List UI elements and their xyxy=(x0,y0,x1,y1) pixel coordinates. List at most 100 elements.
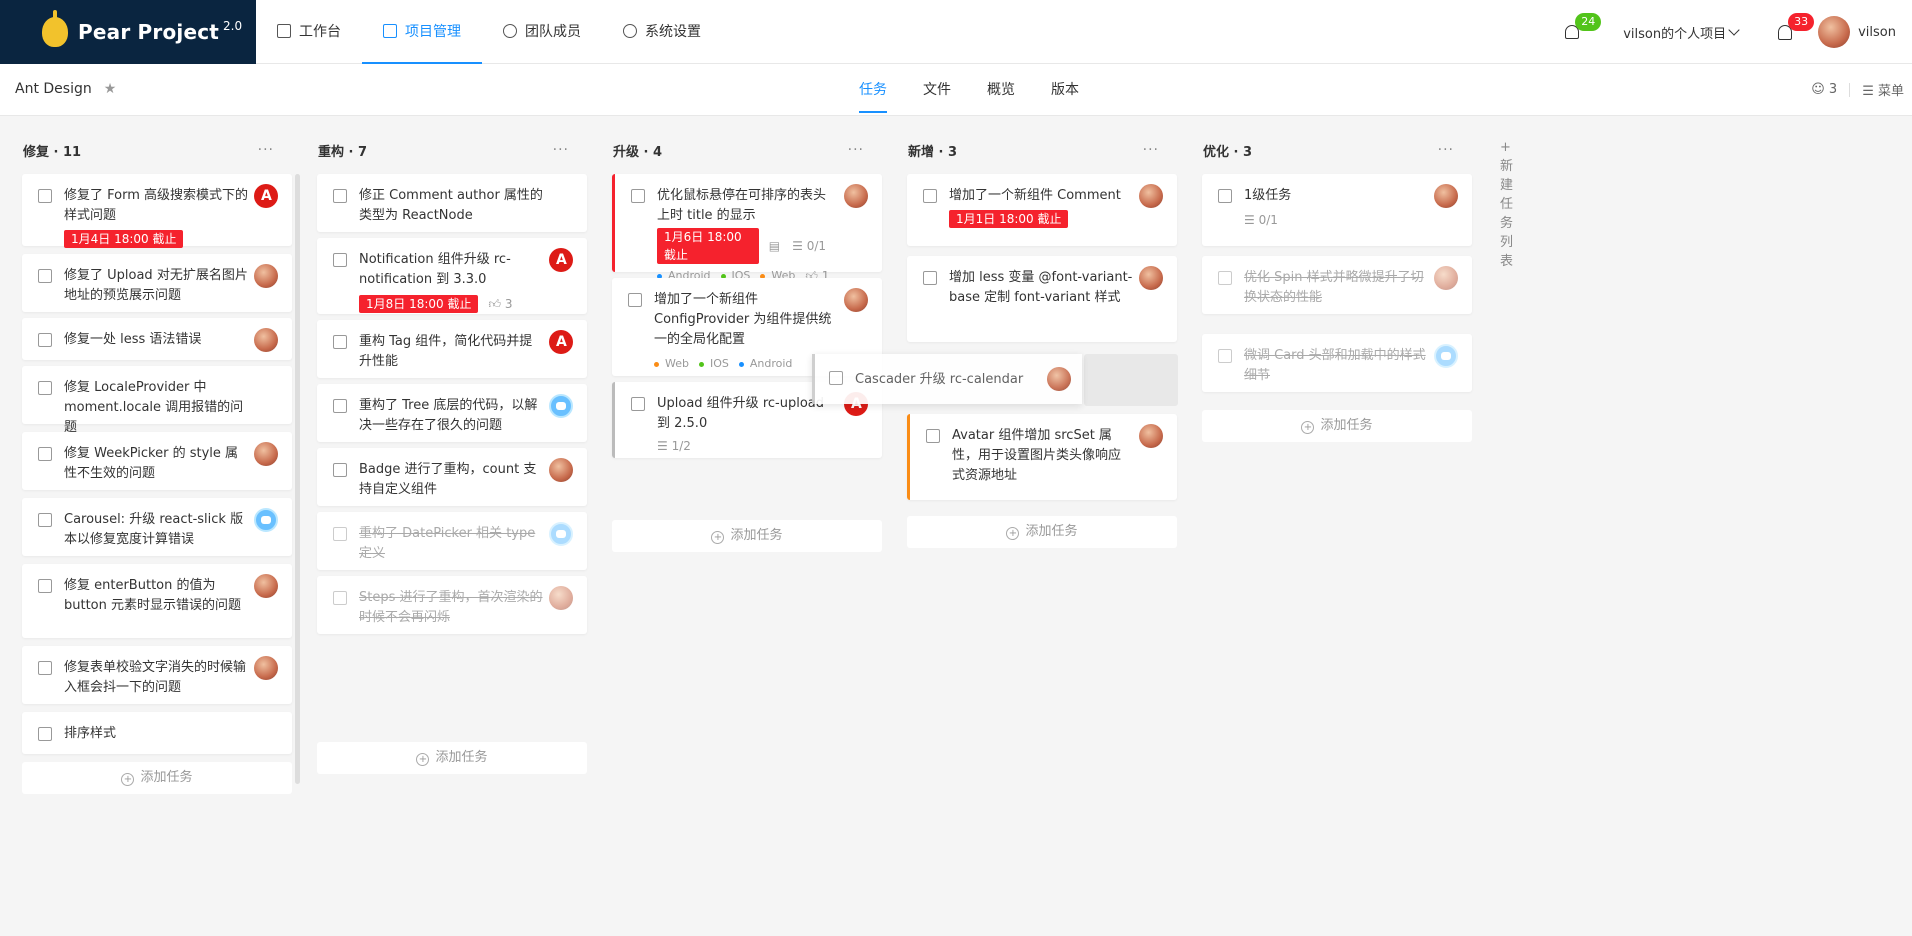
task-checkbox[interactable] xyxy=(38,513,52,527)
assignee-avatar[interactable] xyxy=(549,458,573,482)
task-card[interactable]: 修复 WeekPicker 的 style 属性不生效的问题 xyxy=(22,432,292,490)
task-card-done[interactable]: 优化 Spin 样式并略微提升了切换状态的性能 xyxy=(1202,256,1472,314)
assignee-avatar[interactable] xyxy=(1047,367,1071,391)
task-checkbox-checked[interactable] xyxy=(1218,271,1232,285)
task-card[interactable]: Notification 组件升级 rc-notification 到 3.3.… xyxy=(317,238,587,314)
like-count[interactable]: 👍︎ 3 xyxy=(488,294,512,314)
members-button[interactable]: 24 xyxy=(1565,13,1602,39)
task-checkbox[interactable] xyxy=(333,335,347,349)
task-card[interactable]: 优化鼠标悬停在可排序的表头上时 title 的显示 1月6日 18:00 截止 … xyxy=(612,174,882,283)
task-checkbox[interactable] xyxy=(38,727,52,741)
dragging-task-card[interactable]: Cascader 升级 rc-calendar xyxy=(812,354,1082,404)
task-checkbox[interactable] xyxy=(333,253,347,267)
task-checkbox[interactable] xyxy=(38,579,52,593)
assignee-avatar[interactable] xyxy=(1139,424,1163,448)
task-checkbox[interactable] xyxy=(631,189,645,203)
project-selector[interactable]: vilson的个人项目 xyxy=(1623,23,1740,42)
star-icon[interactable]: ★ xyxy=(104,81,117,97)
notifications-button[interactable]: 33 xyxy=(1778,12,1815,40)
add-task-button[interactable]: + 添加任务 xyxy=(22,762,292,794)
task-card[interactable]: 1级任务 ☰ 0/1 xyxy=(1202,174,1472,246)
assignee-avatar[interactable] xyxy=(549,330,573,354)
task-card[interactable]: 修复 LocaleProvider 中 moment.locale 调用报错的问… xyxy=(22,366,292,435)
more-icon[interactable]: ··· xyxy=(848,142,864,158)
assignee-avatar[interactable] xyxy=(254,264,278,288)
assignee-avatar[interactable] xyxy=(254,574,278,598)
task-card[interactable]: 修正 Comment author 属性的类型为 ReactNode xyxy=(317,174,587,232)
task-checkbox[interactable] xyxy=(333,189,347,203)
task-checkbox[interactable] xyxy=(926,429,940,443)
task-card-done[interactable]: 重构了 DatePicker 相关 type 定义 xyxy=(317,512,587,570)
assignee-avatar[interactable] xyxy=(254,184,278,208)
task-checkbox[interactable] xyxy=(631,397,645,411)
task-card[interactable]: 重构了 Tree 底层的代码，以解决一些存在了很久的问题 xyxy=(317,384,587,442)
nav-system-settings[interactable]: 系统设置 xyxy=(602,0,722,64)
user-name[interactable]: vilson xyxy=(1858,25,1896,40)
task-checkbox[interactable] xyxy=(38,447,52,461)
assignee-avatar[interactable] xyxy=(1434,184,1458,208)
task-checkbox[interactable] xyxy=(38,381,52,395)
task-card[interactable]: Avatar 组件增加 srcSet 属性，用于设置图片类头像响应式资源地址 xyxy=(907,414,1177,500)
assignee-avatar[interactable] xyxy=(844,288,868,312)
task-card[interactable]: 重构 Tag 组件，简化代码并提升性能 xyxy=(317,320,587,378)
task-checkbox[interactable] xyxy=(38,661,52,675)
task-card[interactable]: Badge 进行了重构，count 支持自定义组件 xyxy=(317,448,587,506)
add-task-button[interactable]: + 添加任务 xyxy=(612,520,882,552)
task-checkbox[interactable] xyxy=(829,371,843,385)
add-task-button[interactable]: + 添加任务 xyxy=(317,742,587,774)
column-scrollbar[interactable] xyxy=(295,174,300,784)
task-checkbox[interactable] xyxy=(628,293,642,307)
assignee-avatar[interactable] xyxy=(254,508,278,532)
task-checkbox[interactable] xyxy=(38,189,52,203)
task-card[interactable]: Carousel: 升级 react-slick 版本以修复宽度计算错误 xyxy=(22,498,292,556)
task-checkbox[interactable] xyxy=(38,333,52,347)
nav-workbench[interactable]: 工作台 xyxy=(256,0,362,64)
task-checkbox-checked[interactable] xyxy=(1218,349,1232,363)
task-card[interactable]: 增加 less 变量 @font-variant-base 定制 font-va… xyxy=(907,256,1177,342)
task-checkbox-checked[interactable] xyxy=(333,527,347,541)
assignee-avatar[interactable] xyxy=(254,656,278,680)
task-checkbox[interactable] xyxy=(38,269,52,283)
more-icon[interactable]: ··· xyxy=(1143,142,1159,158)
assignee-avatar[interactable] xyxy=(549,248,573,272)
task-checkbox-checked[interactable] xyxy=(333,591,347,605)
user-avatar[interactable] xyxy=(1818,16,1851,48)
add-task-button[interactable]: + 添加任务 xyxy=(1202,410,1472,442)
task-card[interactable]: 排序样式 xyxy=(22,712,292,754)
tab-versions[interactable]: 版本 xyxy=(1035,64,1095,116)
add-task-button[interactable]: + 添加任务 xyxy=(907,516,1177,548)
task-checkbox[interactable] xyxy=(1218,189,1232,203)
tab-overview[interactable]: 概览 xyxy=(971,64,1031,116)
assignee-avatar[interactable] xyxy=(1434,344,1458,368)
nav-team-members[interactable]: 团队成员 xyxy=(482,0,602,64)
more-icon[interactable]: ··· xyxy=(258,142,274,158)
task-card[interactable]: 修复了 Form 高级搜索模式下的样式问题 1月4日 18:00 截止 xyxy=(22,174,292,248)
tab-tasks[interactable]: 任务 xyxy=(843,64,903,116)
task-card-done[interactable]: Steps 进行了重构，首次渲染的时候不会再闪烁 xyxy=(317,576,587,634)
new-task-list-button[interactable]: + 新建任务列表 xyxy=(1500,140,1513,269)
assignee-avatar[interactable] xyxy=(1139,266,1163,290)
members-count-button[interactable]: ☺ 3 xyxy=(1811,82,1837,97)
tab-files[interactable]: 文件 xyxy=(907,64,967,116)
more-icon[interactable]: ··· xyxy=(553,142,569,158)
task-checkbox[interactable] xyxy=(333,399,347,413)
assignee-avatar[interactable] xyxy=(549,586,573,610)
task-checkbox[interactable] xyxy=(923,271,937,285)
assignee-avatar[interactable] xyxy=(254,442,278,466)
app-logo[interactable]: Pear Project 2.0 xyxy=(0,0,256,64)
nav-project-management[interactable]: 项目管理 xyxy=(362,0,482,64)
assignee-avatar[interactable] xyxy=(549,394,573,418)
task-checkbox[interactable] xyxy=(333,463,347,477)
task-card[interactable]: 增加了一个新组件 Comment 1月1日 18:00 截止 xyxy=(907,174,1177,246)
menu-button[interactable]: ☰ 菜单 xyxy=(1862,80,1904,99)
task-card[interactable]: 修复一处 less 语法错误 xyxy=(22,318,292,360)
more-icon[interactable]: ··· xyxy=(1438,142,1454,158)
assignee-avatar[interactable] xyxy=(1139,184,1163,208)
assignee-avatar[interactable] xyxy=(844,184,868,208)
task-card[interactable]: 修复表单校验文字消失的时候输入框会抖一下的问题 xyxy=(22,646,292,704)
assignee-avatar[interactable] xyxy=(1434,266,1458,290)
task-checkbox[interactable] xyxy=(923,189,937,203)
task-card[interactable]: 修复 enterButton 的值为 button 元素时显示错误的问题 xyxy=(22,564,292,638)
task-card-done[interactable]: 微调 Card 头部和加载中的样式细节 xyxy=(1202,334,1472,392)
assignee-avatar[interactable] xyxy=(254,328,278,352)
